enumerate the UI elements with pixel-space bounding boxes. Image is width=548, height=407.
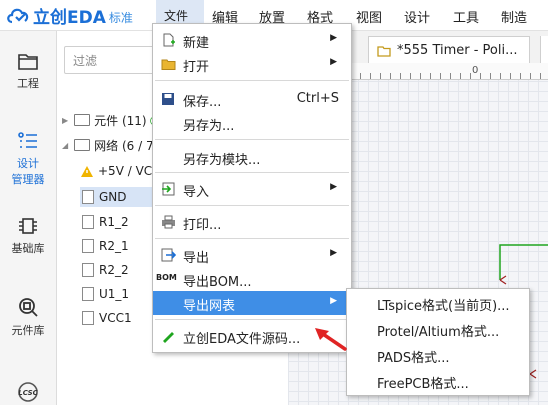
menu-item-export-bom[interactable]: BOM 导出BOM... <box>153 267 351 291</box>
tab-document[interactable]: *555 Timer - Poli... <box>368 36 530 64</box>
sidebar-item-design-manager[interactable]: 设计 管理器 <box>0 131 56 187</box>
pencil-icon <box>163 332 174 343</box>
net-item[interactable]: R2_1 <box>82 236 129 256</box>
menu-separator <box>155 205 349 206</box>
menu-separator <box>155 319 349 320</box>
file-menu-dropdown: 新建 ▶ 打开 ▶ 保存... Ctrl+S 另存为... 另存为模块... 导入 ▶ … <box>152 23 352 353</box>
file-icon <box>82 215 94 229</box>
menu-item-export-netlist[interactable]: 导出网表 ▶ <box>153 291 351 315</box>
net-item[interactable]: U1_1 <box>82 284 129 304</box>
chevron-right-icon: ▶ <box>62 115 69 125</box>
menu-item-print[interactable]: 打印... <box>153 210 351 234</box>
edition-label: 标准 <box>108 10 133 25</box>
lcsc-logo-icon: LCSC <box>18 382 39 402</box>
menu-tools[interactable]: 工具 <box>453 7 479 26</box>
menu-item-open[interactable]: 打开 ▶ <box>153 52 351 76</box>
menu-separator <box>155 80 349 81</box>
net-item[interactable]: R1_2 <box>82 212 129 232</box>
menu-manufacture[interactable]: 制造 <box>501 7 527 26</box>
menu-item-export[interactable]: 导出 ▶ <box>153 243 351 267</box>
chip-icon <box>19 218 37 234</box>
chevron-down-icon: ◢ <box>62 140 69 150</box>
left-sidebar: 工程 设计 管理器 基础库 元件库 LCSC <box>0 31 57 405</box>
net-item[interactable]: GND <box>82 187 127 207</box>
menu-design[interactable]: 设计 <box>404 7 430 26</box>
cloud-logo-icon <box>7 8 29 24</box>
menu-separator <box>155 139 349 140</box>
file-icon <box>82 190 94 204</box>
ruler: 0 <box>350 63 548 80</box>
chevron-right-icon: ▶ <box>330 248 337 258</box>
sidebar-item-basic-library[interactable]: 基础库 <box>0 216 56 256</box>
net-item[interactable]: R2_2 <box>82 260 129 280</box>
search-chip-icon <box>19 298 38 317</box>
file-icon <box>82 239 94 253</box>
net-item[interactable]: VCC1 <box>82 308 132 328</box>
app-logo[interactable]: 立创EDA 标准 <box>6 3 133 28</box>
tree-components[interactable]: ▶ 元件 (11) ○ <box>62 110 160 130</box>
menu-item-save[interactable]: 保存... Ctrl+S <box>153 87 351 111</box>
sidebar-item-project[interactable]: 工程 <box>0 51 56 91</box>
submenu-item-protel-altium[interactable]: Protel/Altium格式... <box>347 317 529 341</box>
menu-item-new[interactable]: 新建 ▶ <box>153 28 351 52</box>
logo-text: 立创EDA <box>33 7 106 28</box>
chevron-right-icon: ▶ <box>330 33 337 43</box>
export-netlist-submenu: LTspice格式(当前页)... Protel/Altium格式... PAD… <box>346 288 530 396</box>
submenu-item-pads[interactable]: PADS格式... <box>347 343 529 367</box>
menu-view[interactable]: 视图 <box>356 7 382 26</box>
sidebar-item-component-library[interactable]: 元件库 <box>0 296 56 338</box>
annotation-arrow-icon <box>315 328 347 351</box>
new-file-icon <box>163 33 175 47</box>
menu-item-import[interactable]: 导入 ▶ <box>153 177 351 201</box>
submenu-item-freepcb[interactable]: FreePCB格式... <box>347 369 529 393</box>
bom-icon: BOM <box>156 273 177 282</box>
file-icon <box>82 311 94 325</box>
warning-icon <box>81 165 93 177</box>
menu-item-save-as[interactable]: 另存为... <box>153 111 351 135</box>
open-folder-icon <box>161 59 176 70</box>
ruler-ticks <box>350 73 548 79</box>
menu-item-save-as-module[interactable]: 另存为模块... <box>153 145 351 169</box>
lcsc-logo[interactable]: LCSC <box>0 381 56 407</box>
list-icon <box>18 132 37 148</box>
export-icon <box>161 248 176 262</box>
chevron-right-icon: ▶ <box>330 296 337 306</box>
menu-separator <box>155 238 349 239</box>
tree-nets[interactable]: ◢ 网络 (6 / 7) <box>62 135 158 155</box>
submenu-item-ltspice[interactable]: LTspice格式(当前页)... <box>347 291 529 315</box>
file-icon <box>82 263 94 277</box>
folder-icon <box>74 139 91 151</box>
chevron-right-icon: ▶ <box>330 182 337 192</box>
file-icon <box>82 287 94 301</box>
tab-next[interactable] <box>540 36 548 63</box>
folder-icon <box>18 54 38 70</box>
folder-icon <box>74 114 91 126</box>
import-icon <box>162 182 175 196</box>
menu-separator <box>155 172 349 173</box>
folder-icon <box>377 46 391 57</box>
printer-icon <box>162 215 175 229</box>
chevron-right-icon: ▶ <box>330 57 337 67</box>
svg-text:LCSC: LCSC <box>18 389 38 397</box>
net-item[interactable]: +5V / VCC <box>80 161 161 181</box>
save-icon <box>162 93 174 105</box>
